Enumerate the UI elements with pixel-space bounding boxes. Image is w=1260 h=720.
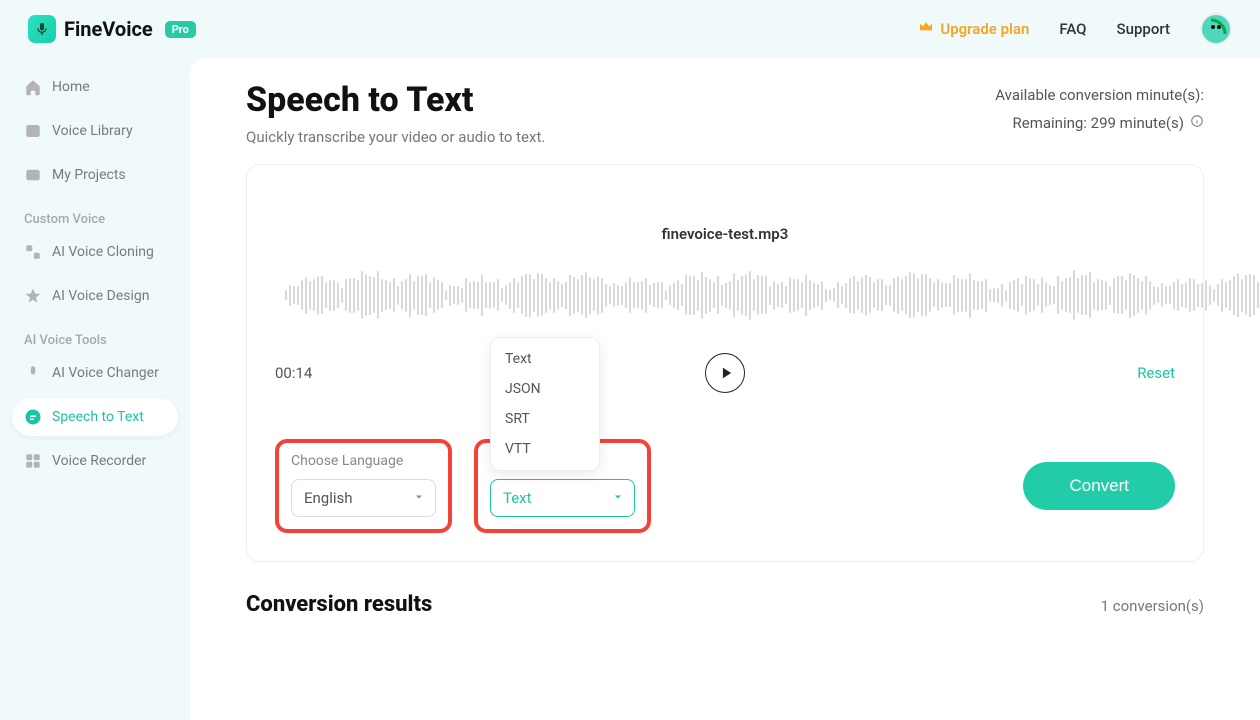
sidebar-item-ai-voice-design[interactable]: AI Voice Design [12, 277, 178, 315]
language-label: Choose Language [291, 453, 436, 469]
available-minutes-label: Available conversion minute(s): [995, 86, 1204, 104]
results-count: 1 conversion(s) [1101, 597, 1204, 615]
upgrade-plan-link[interactable]: Upgrade plan [918, 19, 1029, 39]
header-links: Upgrade plan FAQ Support [918, 13, 1232, 45]
sidebar: Home Voice Library My Projects Custom Vo… [0, 58, 190, 720]
faq-link[interactable]: FAQ [1059, 20, 1086, 38]
projects-icon [24, 166, 42, 184]
sidebar-item-label: My Projects [52, 167, 126, 183]
page-subtitle: Quickly transcribe your video or audio t… [246, 128, 995, 146]
sidebar-item-speech-to-text[interactable]: Speech to Text [12, 398, 178, 436]
sidebar-section-ai-voice-tools: AI Voice Tools [12, 321, 178, 354]
sidebar-item-label: AI Voice Design [52, 288, 149, 304]
language-highlight: Choose Language English [275, 439, 452, 533]
sidebar-item-label: Speech to Text [52, 409, 144, 425]
sidebar-item-label: AI Voice Cloning [52, 244, 154, 260]
sidebar-section-custom-voice: Custom Voice [12, 200, 178, 233]
output-field: Ou Text Text JSON SRT VTT [490, 453, 635, 517]
mic-icon [24, 364, 42, 382]
language-field: Choose Language English [291, 453, 436, 517]
output-highlight: Ou Text Text JSON SRT VTT [474, 439, 651, 533]
language-select[interactable]: English [291, 479, 436, 517]
reset-button[interactable]: Reset [1095, 364, 1175, 382]
sidebar-item-voice-recorder[interactable]: Voice Recorder [12, 442, 178, 480]
sidebar-item-home[interactable]: Home [12, 68, 178, 106]
home-icon [24, 78, 42, 96]
remaining-minutes: Remaining: 299 minute(s) [1013, 114, 1184, 132]
pro-badge: Pro [165, 21, 196, 38]
chevron-down-icon [413, 489, 425, 507]
library-icon [24, 122, 42, 140]
output-value: Text [503, 489, 532, 507]
recorder-icon [24, 452, 42, 470]
brand-name: FineVoice [64, 17, 153, 41]
sidebar-item-label: Voice Library [52, 123, 133, 139]
page-title: Speech to Text [246, 80, 995, 120]
sidebar-item-ai-voice-cloning[interactable]: AI Voice Cloning [12, 233, 178, 271]
app-header: FineVoice Pro Upgrade plan FAQ Support [0, 0, 1260, 58]
cloning-icon [24, 243, 42, 261]
sidebar-item-label: AI Voice Changer [52, 365, 159, 381]
design-icon [24, 287, 42, 305]
sidebar-item-voice-library[interactable]: Voice Library [12, 112, 178, 150]
audio-card: finevoice-test.mp3 00:14 Reset Choose La… [246, 164, 1204, 562]
play-button[interactable] [705, 353, 745, 393]
sidebar-item-label: Voice Recorder [52, 453, 146, 469]
avatar[interactable] [1200, 13, 1232, 45]
convert-button[interactable]: Convert [1023, 462, 1175, 510]
output-select[interactable]: Text [490, 479, 635, 517]
speech-to-text-icon [24, 408, 42, 426]
sidebar-item-label: Home [52, 79, 90, 95]
info-icon[interactable] [1190, 114, 1204, 132]
crown-icon [918, 19, 934, 39]
language-value: English [304, 489, 353, 507]
main-content: Speech to Text Quickly transcribe your v… [190, 58, 1260, 720]
results-title: Conversion results [246, 592, 432, 617]
dropdown-item-vtt[interactable]: VTT [491, 434, 599, 464]
dropdown-item-json[interactable]: JSON [491, 374, 599, 404]
microphone-icon [28, 15, 56, 43]
dropdown-item-text[interactable]: Text [491, 344, 599, 374]
dropdown-item-srt[interactable]: SRT [491, 404, 599, 434]
audio-filename: finevoice-test.mp3 [275, 225, 1175, 243]
sidebar-item-ai-voice-changer[interactable]: AI Voice Changer [12, 354, 178, 392]
sidebar-item-my-projects[interactable]: My Projects [12, 156, 178, 194]
brand-logo[interactable]: FineVoice Pro [28, 15, 196, 43]
output-dropdown: Text JSON SRT VTT [490, 337, 600, 471]
audio-time: 00:14 [275, 364, 355, 382]
chevron-down-icon [612, 489, 624, 507]
waveform[interactable] [275, 261, 1175, 329]
upgrade-plan-label: Upgrade plan [940, 20, 1029, 38]
support-link[interactable]: Support [1117, 20, 1170, 38]
